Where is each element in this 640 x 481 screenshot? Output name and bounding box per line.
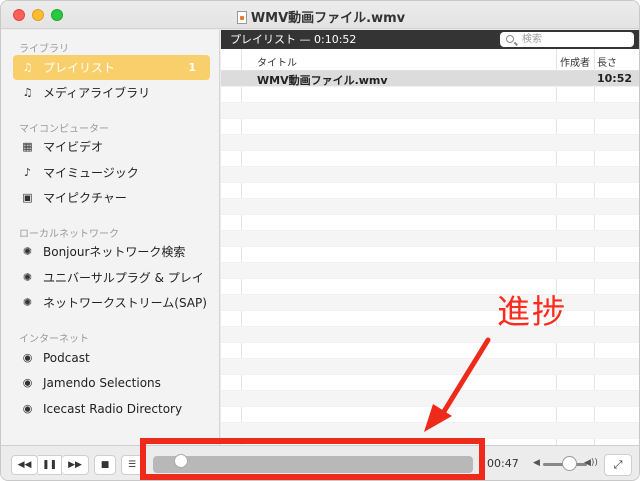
fast-forward-button[interactable]: ▶▶ (62, 455, 89, 475)
podcast-icon: ◉ (22, 351, 33, 364)
vlc-window: WMV動画ファイル.wmv ライブラリ ♫ プレイリスト 1 ♫ メディアライブ… (0, 0, 640, 481)
playlist-rows: WMV動画ファイル.wmv 10:52 (221, 71, 639, 445)
sidebar-item-icecast[interactable]: ◉ Icecast Radio Directory (13, 396, 210, 421)
column-length[interactable]: 長さ (597, 54, 617, 69)
sidebar-section-library: ライブラリ (19, 44, 69, 55)
annotation-label: 進捗 (497, 292, 567, 331)
media-library-icon: ♫ (22, 86, 33, 99)
sidebar-item-upnp[interactable]: ✺ ユニバーサルプラグ & プレイ (13, 265, 210, 290)
elapsed-time: 00:47 (487, 457, 519, 470)
sidebar-item-podcast[interactable]: ◉ Podcast (13, 345, 210, 370)
window-title: WMV動画ファイル.wmv (1, 7, 639, 26)
volume-low-icon: ◀ (533, 458, 540, 468)
sidebar: ライブラリ ♫ プレイリスト 1 ♫ メディアライブラリ マイコンピューター ▦… (1, 30, 220, 445)
table-row-empty (221, 375, 639, 391)
table-row-empty (221, 231, 639, 247)
network-globe-icon: ✺ (22, 245, 33, 258)
search-icon (506, 35, 514, 43)
table-row-empty (221, 199, 639, 215)
seek-bar[interactable] (153, 456, 473, 473)
search-input[interactable]: 検索 (500, 32, 634, 47)
table-row-empty (221, 183, 639, 199)
table-row-empty (221, 391, 639, 407)
playlist-count-badge: 1 (188, 61, 196, 74)
volume-high-icon: ◀)) (584, 458, 598, 468)
table-row-empty (221, 247, 639, 263)
podcast-icon: ◉ (22, 402, 33, 415)
table-row-empty (221, 407, 639, 423)
column-headers: タイトル 作成者 長さ (221, 49, 639, 71)
sidebar-item-my-pictures[interactable]: ▣ マイピクチャー (13, 185, 210, 210)
sidebar-section-internet: インターネット (19, 334, 89, 345)
table-row-empty (221, 327, 639, 343)
table-row-empty (221, 343, 639, 359)
table-row-empty (221, 359, 639, 375)
fullscreen-button[interactable]: ⤢ (604, 454, 632, 476)
podcast-icon: ◉ (22, 376, 33, 389)
sidebar-item-sap[interactable]: ✺ ネットワークストリーム(SAP) (13, 290, 210, 315)
sidebar-item-playlist[interactable]: ♫ プレイリスト 1 (13, 55, 210, 80)
document-icon (236, 11, 247, 24)
network-globe-icon: ✺ (22, 271, 33, 284)
table-row-empty (221, 151, 639, 167)
sidebar-item-media-library[interactable]: ♫ メディアライブラリ (13, 80, 210, 105)
rewind-button[interactable]: ◀◀ (11, 455, 38, 475)
playlist-toggle-button[interactable]: ☰ (121, 455, 143, 475)
film-icon: ▦ (22, 140, 33, 153)
table-row-empty (221, 311, 639, 327)
column-author[interactable]: 作成者 (560, 54, 590, 69)
picture-icon: ▣ (22, 191, 33, 204)
sidebar-section-local-network: ローカルネットワーク (19, 229, 119, 240)
table-row-empty (221, 87, 639, 103)
sidebar-item-my-music[interactable]: ♪ マイミュージック (13, 160, 210, 185)
sidebar-item-my-videos[interactable]: ▦ マイビデオ (13, 134, 210, 159)
network-globe-icon: ✺ (22, 296, 33, 309)
sidebar-item-bonjour[interactable]: ✺ Bonjourネットワーク検索 (13, 239, 210, 264)
table-row-empty (221, 135, 639, 151)
music-note-icon: ♪ (23, 166, 32, 179)
sidebar-item-jamendo[interactable]: ◉ Jamendo Selections (13, 370, 210, 395)
column-title[interactable]: タイトル (257, 54, 297, 69)
titlebar: WMV動画ファイル.wmv (1, 1, 639, 29)
table-row-empty (221, 263, 639, 279)
table-row-empty (221, 279, 639, 295)
table-row-empty (221, 215, 639, 231)
pause-button[interactable]: ❚❚ (38, 455, 62, 475)
volume-slider-knob[interactable] (561, 456, 577, 471)
stop-button[interactable]: ■ (94, 455, 116, 475)
playlist-icon: ♫ (22, 61, 33, 74)
player-controls-bar: ◀◀ ❚❚ ▶▶ ■ ☰ 00:47 ◀ ◀)) ⤢ (1, 445, 639, 480)
playlist-header: プレイリスト — 0:10:52 検索 (221, 30, 639, 49)
table-row-empty (221, 423, 639, 439)
table-row[interactable]: WMV動画ファイル.wmv 10:52 (221, 71, 639, 87)
sidebar-section-my-computer: マイコンピューター (19, 124, 109, 135)
table-row-empty (221, 167, 639, 183)
table-row-empty (221, 295, 639, 311)
table-row-empty (221, 119, 639, 135)
table-row-empty (221, 103, 639, 119)
playlist-panel: プレイリスト — 0:10:52 検索 タイトル 作成者 長さ WMV動画ファイ… (221, 30, 639, 445)
